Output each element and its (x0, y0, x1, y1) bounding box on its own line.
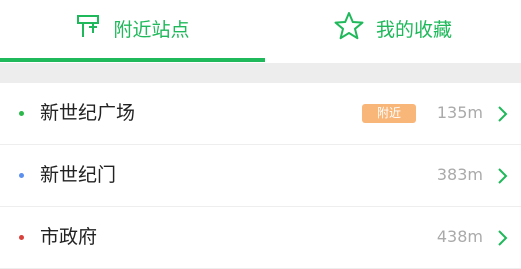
tab-favorites-label: 我的收藏 (375, 18, 452, 41)
nearby-badge: 附近 (362, 104, 416, 123)
active-tab-indicator (0, 58, 265, 62)
tab-bar: 附近站点 我的收藏 (0, 0, 521, 63)
station-row[interactable]: 新世纪门 383m (0, 145, 521, 207)
tab-nearby-stations[interactable]: 附近站点 (0, 0, 265, 56)
chevron-right-icon[interactable] (497, 167, 509, 185)
station-dot (19, 173, 24, 178)
station-distance: 438m (436, 227, 483, 246)
station-list: 新世纪广场 附近 135m 新世纪门 383m 市政府 438m (0, 83, 521, 269)
station-dot (19, 235, 24, 240)
chevron-right-icon[interactable] (497, 229, 509, 247)
station-name: 新世纪广场 (40, 102, 136, 124)
tab-my-favorites[interactable]: 我的收藏 (265, 0, 521, 56)
bus-stop-sign-icon (75, 13, 101, 44)
station-name: 市政府 (40, 226, 98, 248)
section-spacer (0, 63, 521, 83)
station-name: 新世纪门 (40, 164, 117, 186)
station-dot (19, 111, 24, 116)
chevron-right-icon[interactable] (497, 105, 509, 123)
station-distance: 383m (436, 165, 483, 184)
tab-nearby-label: 附近站点 (113, 18, 190, 41)
star-outline-icon (334, 11, 364, 46)
station-row[interactable]: 市政府 438m (0, 207, 521, 269)
station-row[interactable]: 新世纪广场 附近 135m (0, 83, 521, 145)
station-distance: 135m (436, 103, 483, 122)
